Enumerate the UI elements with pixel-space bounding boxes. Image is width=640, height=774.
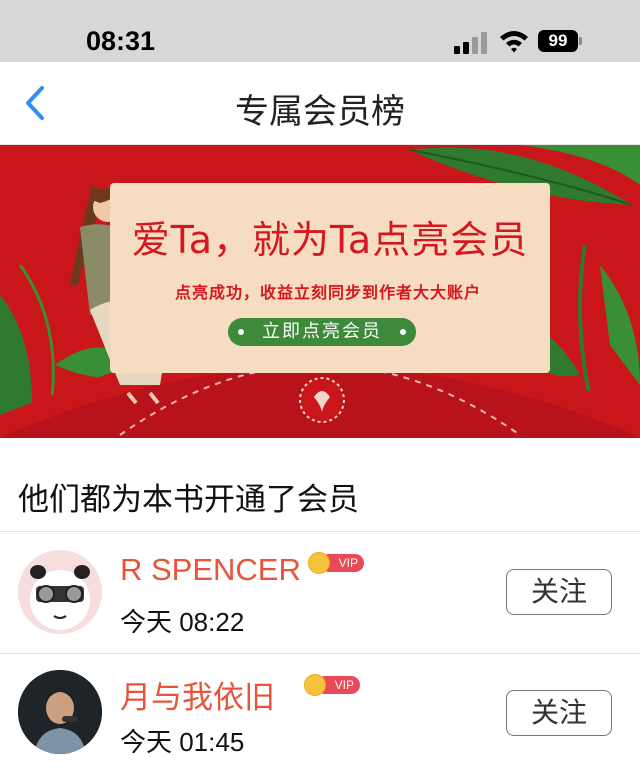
member-row[interactable]: 月与我依旧 VIP 今天 01:45 关注 <box>0 654 640 774</box>
follow-button[interactable]: 关注 <box>506 569 612 615</box>
avatar <box>18 550 102 634</box>
member-name[interactable]: R SPENCER <box>120 552 301 588</box>
follow-button[interactable]: 关注 <box>506 690 612 736</box>
crown-icon <box>304 674 326 696</box>
light-up-membership-button[interactable]: 立即点亮会员 <box>228 318 416 346</box>
banner-subtitle: 点亮成功，收益立刻同步到作者大大账户 <box>174 283 481 302</box>
banner-headline: 爱Ta，就为Ta点亮会员 <box>131 218 529 262</box>
cellular-signal-icon <box>454 32 488 54</box>
battery-cap <box>579 37 582 45</box>
page-title: 专属会员榜 <box>235 92 405 132</box>
wifi-icon <box>500 31 528 53</box>
status-time: 08:31 <box>86 26 156 56</box>
status-bar: 08:31 99 <box>0 0 640 62</box>
member-row[interactable]: R SPENCER VIP 今天 08:22 关注 <box>0 532 640 652</box>
promo-banner[interactable]: 爱Ta，就为Ta点亮会员 点亮成功，收益立刻同步到作者大大账户 立即点亮会员 <box>0 145 640 438</box>
singer-photo-avatar <box>18 670 102 754</box>
battery-icon: 99 <box>538 30 578 52</box>
vip-badge: VIP <box>308 552 364 574</box>
avatar <box>18 670 102 754</box>
crown-icon <box>308 552 330 574</box>
member-time: 今天 08:22 <box>120 607 245 637</box>
section-title: 他们都为本书开通了会员 <box>18 482 359 518</box>
nav-bar: 专属会员榜 <box>0 62 640 145</box>
vip-badge: VIP <box>304 674 360 696</box>
panda-binoculars-avatar <box>30 565 90 630</box>
member-time: 今天 01:45 <box>120 727 245 757</box>
member-name[interactable]: 月与我依旧 <box>120 672 275 717</box>
